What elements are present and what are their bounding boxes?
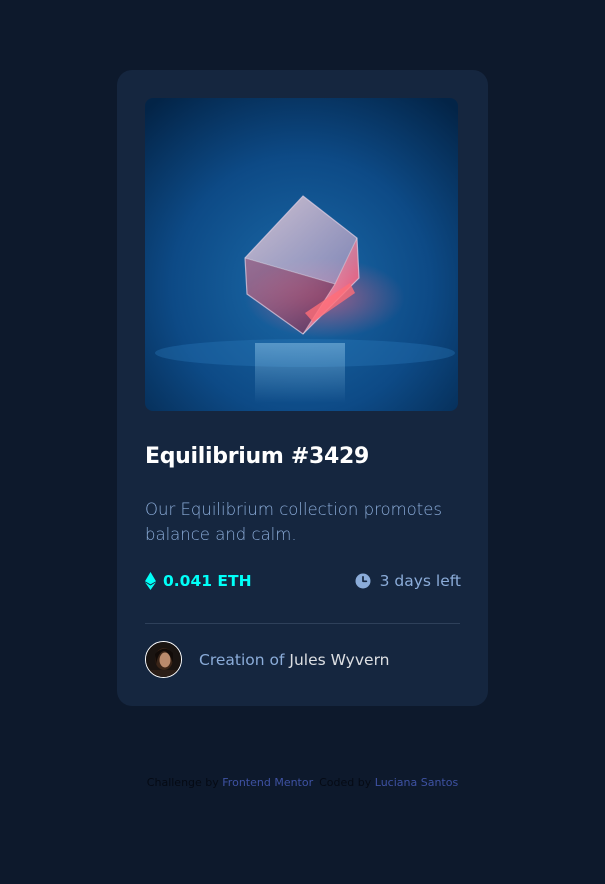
creator-avatar (145, 641, 182, 678)
creator-name-link[interactable]: Jules Wyvern (289, 651, 389, 669)
coder-link[interactable]: Luciana Santos (375, 776, 458, 789)
card-title[interactable]: Equilibrium #3429 (145, 444, 369, 469)
challenge-prefix: Challenge by (146, 776, 219, 789)
time-left: 3 days left (355, 572, 461, 590)
creator: Creation of Jules Wyvern (145, 641, 390, 678)
attribution: Challenge by Frontend Mentor Coded by Luc… (0, 776, 605, 789)
divider (145, 623, 460, 624)
ethereum-icon (145, 572, 156, 590)
price: 0.041 ETH (145, 572, 252, 590)
creator-prefix: Creation of (199, 650, 285, 669)
price-value: 0.041 ETH (163, 572, 252, 590)
price-row: 0.041 ETH 3 days left (145, 572, 461, 594)
coded-prefix: Coded by (319, 776, 372, 789)
equilibrium-artwork-image[interactable] (145, 98, 458, 411)
card-description: Our Equilibrium collection promotes bala… (145, 500, 442, 544)
nft-card: Equilibrium #3429 Our Equilibrium collec… (117, 70, 488, 706)
time-left-value: 3 days left (379, 572, 461, 590)
frontend-mentor-link[interactable]: Frontend Mentor (222, 776, 313, 789)
clock-icon (355, 573, 371, 589)
creator-text: Creation of Jules Wyvern (199, 651, 390, 669)
